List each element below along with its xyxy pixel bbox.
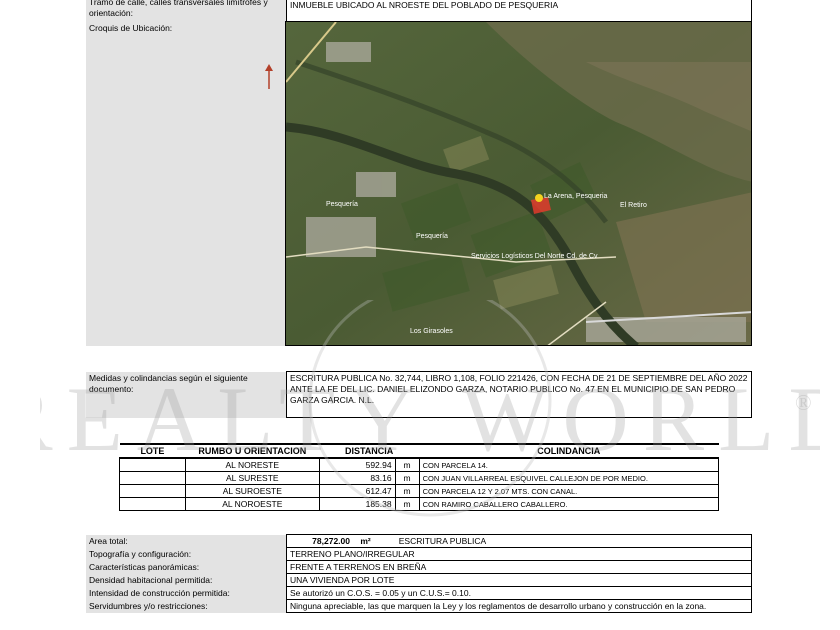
medidas-value-text: ESCRITURA PUBLICA No. 32,744, LIBRO 1,10…: [290, 373, 748, 405]
street-label: Tramo de calle, calles transversales lim…: [86, 0, 286, 22]
detail-value: Ninguna apreciable, las que marquen la L…: [286, 599, 752, 613]
cell-rumbo: AL NORESTE: [184, 457, 320, 472]
map-label-el-retiro: El Retiro: [620, 202, 647, 209]
map-label-girasoles: Los Girasoles: [410, 328, 453, 335]
map-label-la-arena: La Arena, Pesqueria: [544, 193, 608, 200]
street-label-text: Tramo de calle, calles transversales lim…: [89, 0, 268, 18]
area-source: ESCRITURA PUBLICA: [398, 536, 487, 546]
detail-row-area: Area total: 78,272.00 m² ESCRITURA PUBLI…: [86, 534, 752, 548]
header-distancia: DISTANCIA: [319, 443, 420, 459]
detail-row: Intensidad de construcción permitida: Se…: [86, 586, 752, 600]
street-value: INMUEBLE UBICADO AL NROESTE DEL POBLADO …: [286, 0, 752, 22]
area-label: Area total:: [86, 534, 287, 548]
cell-rumbo: AL SURESTE: [184, 471, 320, 485]
detail-value: Se autorizó un C.O.S. = 0.05 y un C.U.S.…: [286, 586, 752, 600]
cell-colindancia: CON PARCELA 12 Y 2.07 MTS. CON CANAL.: [418, 484, 720, 498]
detail-row: Topografía y configuración: TERRENO PLAN…: [86, 547, 752, 561]
cell-rumbo: AL SUROESTE: [184, 484, 320, 498]
detail-label: Densidad habitacional permitida:: [86, 573, 287, 587]
colindancias-table: LOTE RUMBO U ORIENTACION DISTANCIA COLIN…: [119, 443, 720, 511]
map-label-pesqueria: Pesquería: [326, 201, 358, 208]
cell-distancia: 185.38: [318, 497, 396, 511]
detail-row: Características panorámicas: FRENTE A TE…: [86, 560, 752, 574]
cell-distancia: 592.94: [318, 457, 396, 472]
satellite-map-image: La Arena, Pesqueria El Retiro Pesquería …: [286, 22, 751, 345]
detail-label: Servidumbres y/o restricciones:: [86, 599, 287, 613]
area-value-cell: 78,272.00 m² ESCRITURA PUBLICA: [286, 534, 752, 548]
table-row: AL NORESTE 592.94 m CON PARCELA 14.: [119, 457, 720, 472]
detail-label: Topografía y configuración:: [86, 547, 287, 561]
cell-unidad: m: [394, 484, 420, 498]
croquis-label: Croquis de Ubicación:: [86, 22, 286, 346]
area-value: 78,272.00: [312, 536, 350, 546]
table-header-row: LOTE RUMBO U ORIENTACION DISTANCIA COLIN…: [119, 443, 719, 459]
header-rumbo: RUMBO U ORIENTACION: [185, 443, 320, 459]
medidas-value: ESCRITURA PUBLICA No. 32,744, LIBRO 1,10…: [286, 371, 752, 418]
cell-colindancia: CON JUAN VILLARREAL ESQUIVEL CALLEJON DE…: [418, 471, 720, 485]
header-colindancia: COLINDANCIA: [419, 443, 719, 459]
map-label-road: Servicios Logísticos Del Norte Cd. de Cv: [471, 253, 598, 260]
detail-value: TERRENO PLANO/IRREGULAR: [286, 547, 752, 561]
detail-row: Densidad habitacional permitida: UNA VIV…: [86, 573, 752, 587]
cell-colindancia: CON RAMIRO CABALLERO CABALLERO.: [418, 497, 720, 511]
table-row: AL NOROESTE 185.38 m CON RAMIRO CABALLER…: [119, 497, 720, 511]
cell-distancia: 612.47: [318, 484, 396, 498]
detail-label: Intensidad de construcción permitida:: [86, 586, 287, 600]
table-row: AL SURESTE 83.16 m CON JUAN VILLARREAL E…: [119, 471, 720, 485]
cell-lote: [119, 484, 186, 498]
detail-value: FRENTE A TERRENOS EN BREÑA: [286, 560, 752, 574]
location-map: La Arena, Pesqueria El Retiro Pesquería …: [285, 21, 752, 346]
medidas-label-text: Medidas y colindancias según el siguient…: [89, 373, 248, 394]
table-row: AL SUROESTE 612.47 m CON PARCELA 12 Y 2.…: [119, 484, 720, 498]
cell-lote: [119, 457, 186, 472]
detail-value: UNA VIVIENDA POR LOTE: [286, 573, 752, 587]
cell-distancia: 83.16: [318, 471, 396, 485]
cell-unidad: m: [394, 497, 420, 511]
detail-label: Características panorámicas:: [86, 560, 287, 574]
registered-icon: ®: [795, 390, 812, 415]
cell-unidad: m: [394, 457, 420, 472]
croquis-label-text: Croquis de Ubicación:: [89, 23, 173, 33]
detail-row: Servidumbres y/o restricciones: Ninguna …: [86, 599, 752, 613]
map-label-pesqueria-2: Pesquería: [416, 233, 448, 240]
location-pin-icon: [535, 194, 543, 202]
arrow-up-icon: [265, 64, 273, 89]
cell-lote: [119, 471, 186, 485]
property-details-table: Area total: 78,272.00 m² ESCRITURA PUBLI…: [86, 534, 752, 613]
cell-rumbo: AL NOROESTE: [184, 497, 320, 511]
header-lote: LOTE: [119, 443, 186, 459]
cell-unidad: m: [394, 471, 420, 485]
cell-colindancia: CON PARCELA 14.: [418, 457, 720, 472]
medidas-label: Medidas y colindancias según el siguient…: [86, 372, 286, 418]
street-value-text: INMUEBLE UBICADO AL NROESTE DEL POBLADO …: [290, 0, 559, 10]
area-unit: m²: [360, 536, 371, 546]
cell-lote: [119, 497, 186, 511]
